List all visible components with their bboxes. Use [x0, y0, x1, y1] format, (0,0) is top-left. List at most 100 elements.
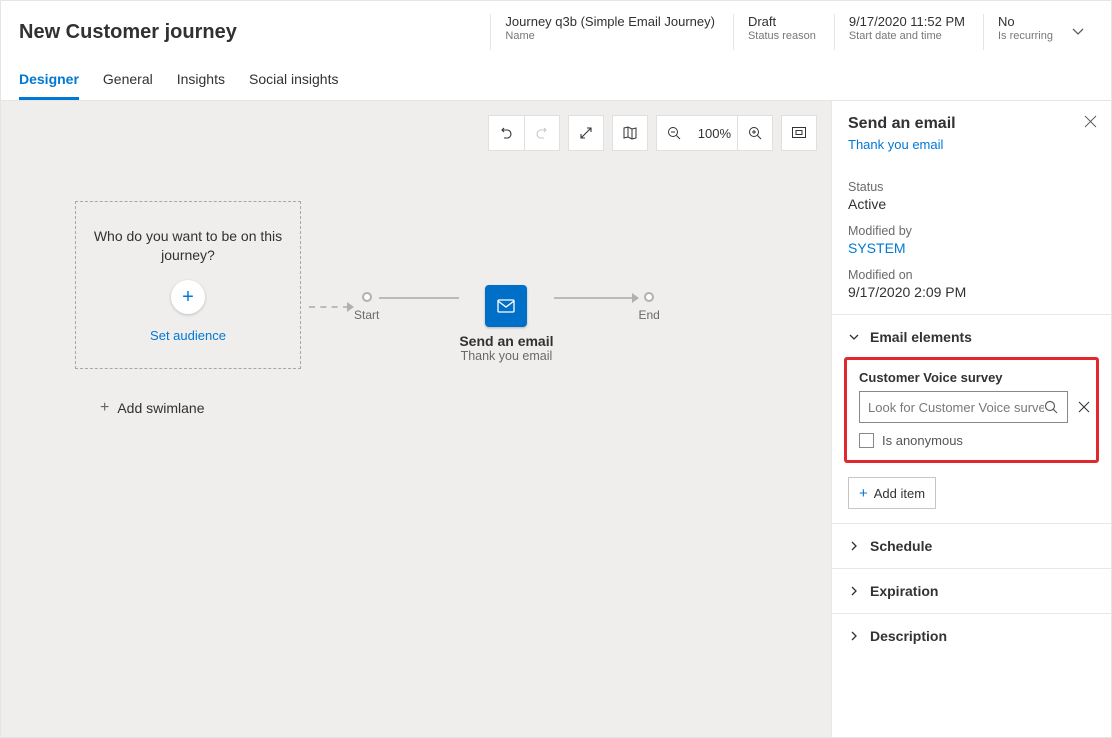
minimap-button[interactable]	[612, 115, 648, 151]
fit-screen-button[interactable]	[781, 115, 817, 151]
connector-solid	[379, 297, 459, 299]
anon-label: Is anonymous	[882, 433, 963, 448]
expand-button[interactable]	[568, 115, 604, 151]
meta-name-label: Name	[505, 30, 715, 42]
set-audience-link[interactable]: Set audience	[150, 328, 226, 343]
modified-on-value: 9/17/2020 2:09 PM	[848, 284, 1095, 300]
journey-flow: Who do you want to be on this journey? +…	[75, 201, 817, 369]
close-icon	[1078, 401, 1090, 413]
meta-start-value: 9/17/2020 11:52 PM	[849, 14, 965, 29]
survey-label: Customer Voice survey	[859, 370, 1084, 385]
undo-redo-group	[488, 115, 560, 151]
undo-button[interactable]	[488, 115, 524, 151]
zoom-value[interactable]: 100%	[692, 115, 737, 151]
undo-icon	[498, 125, 514, 141]
chevron-right-icon	[848, 585, 860, 597]
plus-icon: +	[182, 286, 194, 309]
add-swimlane-button[interactable]: + Add swimlane	[100, 399, 817, 417]
tab-insights[interactable]: Insights	[177, 71, 225, 100]
connector-solid-2	[554, 297, 634, 299]
zoom-in-icon	[748, 126, 763, 141]
arrow-icon	[347, 302, 354, 312]
panel-record-link[interactable]: Thank you email	[848, 137, 1095, 152]
header: New Customer journey Journey q3b (Simple…	[0, 0, 1112, 55]
audience-tile[interactable]: Who do you want to be on this journey? +…	[75, 201, 301, 369]
section-head-description[interactable]: Description	[848, 628, 1095, 644]
add-item-button[interactable]: + Add item	[848, 477, 936, 509]
meta-status-value: Draft	[748, 14, 816, 29]
start-node[interactable]: Start	[354, 292, 379, 322]
meta-status[interactable]: Draft Status reason	[733, 14, 816, 50]
clear-survey-button[interactable]	[1078, 401, 1090, 413]
add-audience-button[interactable]: +	[171, 280, 205, 314]
email-elements-label: Email elements	[870, 329, 972, 345]
email-node[interactable]: Send an email Thank you email	[459, 285, 553, 363]
survey-lookup[interactable]	[859, 391, 1068, 423]
panel-title: Send an email	[848, 115, 1095, 133]
meta-start-label: Start date and time	[849, 30, 965, 42]
start-dot-icon	[362, 292, 372, 302]
description-label: Description	[870, 628, 947, 644]
email-node-title: Send an email	[459, 333, 553, 349]
search-icon[interactable]	[1044, 400, 1059, 415]
survey-input[interactable]	[868, 400, 1044, 415]
redo-button[interactable]	[524, 115, 560, 151]
meta-name[interactable]: Journey q3b (Simple Email Journey) Name	[490, 14, 715, 50]
properties-panel: Send an email Thank you email Status Act…	[831, 101, 1111, 737]
arrow-icon-2	[632, 293, 639, 303]
end-dot-icon	[644, 292, 654, 302]
chevron-right-icon	[848, 540, 860, 552]
modified-by-value[interactable]: SYSTEM	[848, 240, 1095, 256]
zoom-out-icon	[667, 126, 682, 141]
envelope-icon	[496, 296, 516, 316]
end-label: End	[639, 308, 660, 322]
anon-checkbox[interactable]	[859, 433, 874, 448]
add-item-label: Add item	[874, 486, 925, 501]
tab-social[interactable]: Social insights	[249, 71, 339, 100]
tab-designer[interactable]: Designer	[19, 71, 79, 100]
chevron-down-icon	[848, 331, 860, 343]
end-node[interactable]: End	[639, 292, 660, 322]
anon-row: Is anonymous	[859, 433, 1084, 448]
zoom-group: 100%	[656, 115, 773, 151]
meta-name-value: Journey q3b (Simple Email Journey)	[505, 14, 715, 29]
zoom-out-button[interactable]	[656, 115, 692, 151]
panel-meta: Status Active Modified by SYSTEM Modifie…	[832, 160, 1111, 315]
main: 100% Who do you want to be on this journ…	[0, 101, 1112, 738]
section-head-expiration[interactable]: Expiration	[848, 583, 1095, 599]
panel-head: Send an email Thank you email	[832, 101, 1111, 160]
expand-icon	[579, 126, 593, 140]
add-swimlane-label: Add swimlane	[117, 400, 204, 416]
modified-on-label: Modified on	[848, 268, 1095, 282]
page-title: New Customer journey	[19, 21, 490, 44]
meta-recur[interactable]: No Is recurring	[983, 14, 1053, 50]
tabs: Designer General Insights Social insight…	[0, 55, 1112, 101]
expiration-label: Expiration	[870, 583, 938, 599]
section-expiration: Expiration	[832, 569, 1111, 614]
designer-canvas[interactable]: 100% Who do you want to be on this journ…	[1, 101, 831, 737]
close-panel-button[interactable]	[1084, 115, 1097, 128]
canvas-toolbar: 100%	[15, 115, 817, 151]
chevron-right-icon	[848, 630, 860, 642]
section-description: Description	[832, 614, 1111, 658]
status-value: Active	[848, 196, 1095, 212]
section-schedule: Schedule	[832, 524, 1111, 569]
record-meta: Journey q3b (Simple Email Journey) Name …	[490, 14, 1093, 50]
chevron-down-icon[interactable]	[1071, 25, 1085, 39]
section-head-schedule[interactable]: Schedule	[848, 538, 1095, 554]
section-head-email-elements[interactable]: Email elements	[848, 329, 1095, 345]
plus-icon: +	[100, 399, 109, 417]
flow-line: Start Send an email Thank you email End	[309, 251, 660, 363]
modified-by-label: Modified by	[848, 224, 1095, 238]
tab-general[interactable]: General	[103, 71, 153, 100]
close-icon	[1084, 115, 1097, 128]
section-email-elements: Email elements Customer Voice survey	[832, 315, 1111, 524]
redo-icon	[534, 125, 550, 141]
status-label: Status	[848, 180, 1095, 194]
map-icon	[622, 125, 638, 141]
email-tile[interactable]	[485, 285, 527, 327]
meta-recur-label: Is recurring	[998, 30, 1053, 42]
audience-prompt: Who do you want to be on this journey?	[88, 227, 288, 265]
meta-start[interactable]: 9/17/2020 11:52 PM Start date and time	[834, 14, 965, 50]
zoom-in-button[interactable]	[737, 115, 773, 151]
